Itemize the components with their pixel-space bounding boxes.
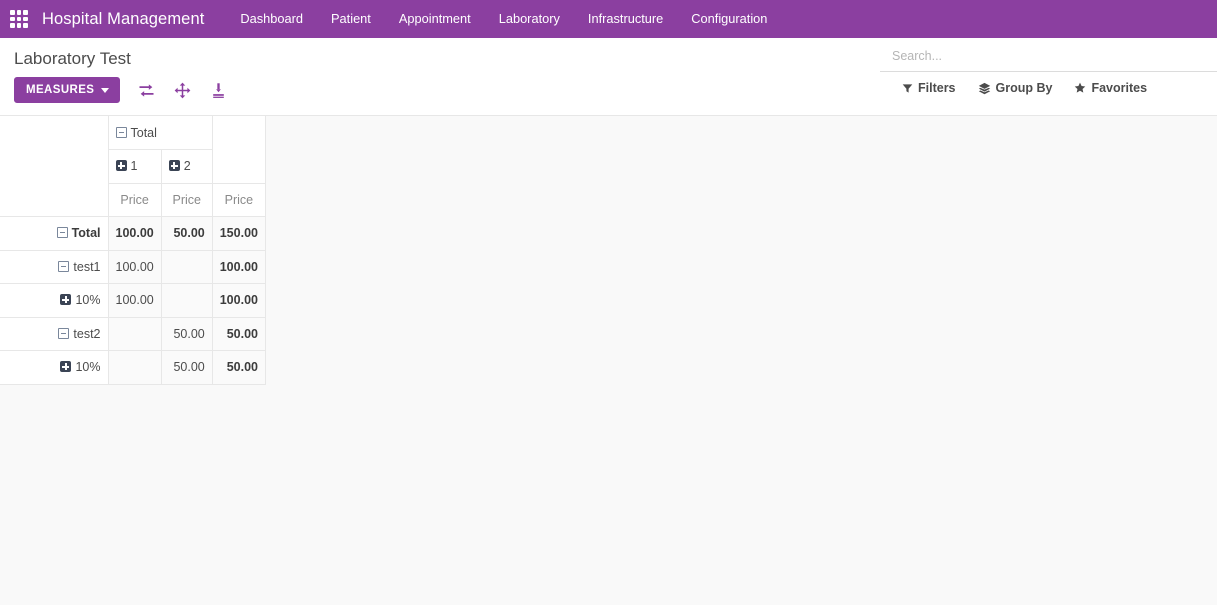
- measures-button[interactable]: MEASURES: [14, 77, 121, 103]
- plus-square-icon[interactable]: [60, 361, 72, 373]
- layers-icon: [978, 82, 991, 95]
- table-row: 10% 100.00 100.00: [0, 283, 266, 318]
- plus-square-icon[interactable]: [115, 160, 127, 172]
- pivot-header-row-group: Total: [0, 116, 266, 217]
- row-label: 10%: [75, 293, 101, 308]
- cell-value-total[interactable]: 50.00: [212, 317, 266, 351]
- menu-item-configuration[interactable]: Configuration: [677, 0, 781, 38]
- filters-menu[interactable]: Filters: [902, 81, 956, 95]
- col-group-header-label: Total: [130, 125, 157, 140]
- flip-axis-icon[interactable]: [136, 80, 156, 100]
- cell-value[interactable]: 50.00: [161, 216, 213, 251]
- cell-value[interactable]: 50.00: [161, 317, 213, 351]
- control-panel-left: Laboratory Test MEASURES: [0, 38, 228, 103]
- cell-value[interactable]: [161, 283, 213, 318]
- cell-value[interactable]: [108, 317, 162, 351]
- col-total-header-cell: [212, 116, 266, 184]
- row-label: test2: [73, 326, 101, 341]
- control-panel-right: Filters Group By Favorites: [880, 38, 1217, 95]
- minus-square-icon[interactable]: [115, 126, 127, 138]
- cell-value[interactable]: 100.00: [108, 216, 162, 251]
- row-label: test1: [73, 259, 101, 274]
- col-subheader-1-label: 1: [130, 159, 138, 174]
- group-by-label: Group By: [995, 81, 1053, 95]
- menu-item-dashboard[interactable]: Dashboard: [226, 0, 317, 38]
- breadcrumb[interactable]: Laboratory Test: [14, 46, 228, 72]
- pivot-corner-cell: [0, 116, 109, 217]
- cell-value-total[interactable]: 100.00: [212, 250, 266, 284]
- col-subheader-2[interactable]: 2: [161, 149, 213, 184]
- cell-value[interactable]: 100.00: [108, 283, 162, 318]
- control-panel: Laboratory Test MEASURES Search... Filte…: [0, 38, 1217, 116]
- row-label: Total: [71, 226, 101, 241]
- top-navbar: Hospital Management Dashboard Patient Ap…: [0, 0, 1217, 38]
- search-input[interactable]: [892, 49, 1217, 63]
- download-xlsx-icon[interactable]: [208, 80, 228, 100]
- cell-value-total[interactable]: 150.00: [212, 216, 266, 251]
- cell-value[interactable]: 50.00: [161, 350, 213, 385]
- minus-square-icon[interactable]: [58, 260, 70, 272]
- menu-item-appointment[interactable]: Appointment: [385, 0, 485, 38]
- measure-header-price-1[interactable]: Price: [108, 183, 162, 217]
- cell-value-total[interactable]: 100.00: [212, 283, 266, 318]
- table-row: Total 100.00 50.00 150.00: [0, 216, 266, 251]
- minus-square-icon[interactable]: [58, 327, 70, 339]
- pivot-table: Total 1 2 Price Price Price Total 100.00…: [0, 116, 266, 385]
- search-dropdown-bar: Filters Group By Favorites: [880, 72, 1217, 95]
- favorites-label: Favorites: [1091, 81, 1148, 95]
- menu-item-infrastructure[interactable]: Infrastructure: [574, 0, 677, 38]
- row-label: 10%: [75, 360, 101, 375]
- measures-button-label: MEASURES: [26, 84, 95, 96]
- menu-item-patient[interactable]: Patient: [317, 0, 385, 38]
- star-icon: [1074, 82, 1086, 94]
- table-row: 10% 50.00 50.00: [0, 350, 266, 385]
- plus-square-icon[interactable]: [60, 294, 72, 306]
- cell-value[interactable]: 100.00: [108, 250, 162, 284]
- main-menu: Dashboard Patient Appointment Laboratory…: [226, 0, 781, 38]
- measure-header-price-total[interactable]: Price: [212, 183, 266, 217]
- chevron-down-icon: [101, 87, 110, 93]
- expand-all-icon[interactable]: [172, 80, 192, 100]
- row-header-test1[interactable]: test1: [0, 250, 109, 284]
- cell-value-total[interactable]: 50.00: [212, 350, 266, 385]
- pivot-view-content: Total 1 2 Price Price Price Total 100.00…: [0, 116, 1217, 605]
- measure-header-price-2[interactable]: Price: [161, 183, 213, 217]
- apps-grid-icon[interactable]: [8, 8, 30, 30]
- col-group-header-total[interactable]: Total: [108, 116, 213, 150]
- table-row: test1 100.00 100.00: [0, 250, 266, 284]
- minus-square-icon[interactable]: [56, 227, 68, 239]
- col-subheader-2-label: 2: [183, 159, 191, 174]
- table-row: test2 50.00 50.00: [0, 317, 266, 351]
- pivot-table-head: Total 1 2 Price Price Price: [0, 116, 266, 217]
- menu-item-laboratory[interactable]: Laboratory: [485, 0, 574, 38]
- search-view: [880, 44, 1217, 72]
- pivot-table-body: Total 100.00 50.00 150.00 test1 100.00 1…: [0, 216, 266, 385]
- col-subheader-1[interactable]: 1: [108, 149, 162, 184]
- row-header-test2[interactable]: test2: [0, 317, 109, 351]
- favorites-menu[interactable]: Favorites: [1074, 81, 1147, 95]
- app-brand-title[interactable]: Hospital Management: [42, 10, 204, 29]
- filter-icon: [902, 83, 913, 94]
- row-header-test1-10pct[interactable]: 10%: [0, 283, 109, 318]
- cell-value[interactable]: [161, 250, 213, 284]
- cell-value[interactable]: [108, 350, 162, 385]
- row-header-total[interactable]: Total: [0, 216, 109, 251]
- view-buttons: MEASURES: [14, 77, 228, 103]
- row-header-test2-10pct[interactable]: 10%: [0, 350, 109, 385]
- plus-square-icon[interactable]: [168, 160, 180, 172]
- filters-label: Filters: [918, 81, 956, 95]
- group-by-menu[interactable]: Group By: [978, 81, 1053, 95]
